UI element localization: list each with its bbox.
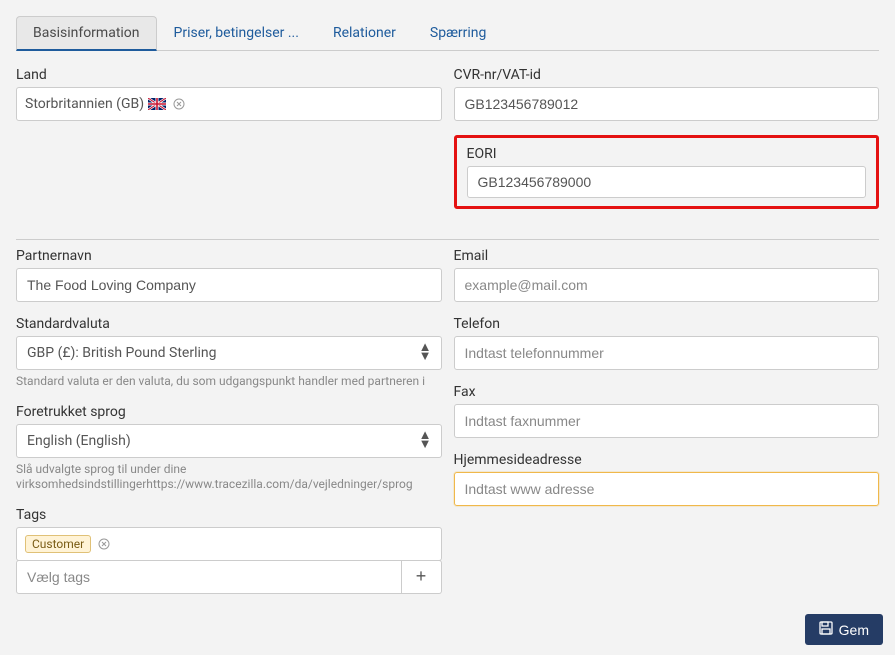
phone-field-group: Telefon bbox=[454, 316, 880, 370]
save-icon bbox=[819, 621, 833, 638]
partnername-label: Partnernavn bbox=[16, 248, 442, 264]
phone-input[interactable] bbox=[454, 336, 880, 370]
country-input[interactable]: Storbritannien (GB) bbox=[16, 87, 442, 121]
tags-field-group: Tags Customer + bbox=[16, 507, 442, 594]
partnername-field-group: Partnernavn bbox=[16, 248, 442, 302]
left-column: Land Storbritannien (GB) bbox=[16, 67, 442, 223]
website-field-group: Hjemmesideadresse bbox=[454, 452, 880, 506]
plus-icon: + bbox=[416, 566, 427, 587]
vat-field-group: CVR-nr/VAT-id bbox=[454, 67, 880, 121]
right-top-column: CVR-nr/VAT-id EORI bbox=[454, 67, 880, 223]
website-label: Hjemmesideadresse bbox=[454, 452, 880, 468]
language-select[interactable]: English (English) bbox=[16, 424, 442, 458]
country-clear-icon[interactable] bbox=[172, 97, 186, 111]
fax-label: Fax bbox=[454, 384, 880, 400]
website-input[interactable] bbox=[454, 472, 880, 506]
country-value: Storbritannien (GB) bbox=[25, 96, 144, 112]
eori-label: EORI bbox=[467, 146, 867, 162]
currency-select[interactable]: GBP (£): British Pound Sterling bbox=[16, 336, 442, 370]
form-container-2: Partnernavn Standardvaluta GBP (£): Brit… bbox=[0, 248, 895, 624]
email-label: Email bbox=[454, 248, 880, 264]
tab-spaerring[interactable]: Spærring bbox=[413, 16, 504, 51]
fax-field-group: Fax bbox=[454, 384, 880, 438]
vat-input[interactable] bbox=[454, 87, 880, 121]
tab-priser[interactable]: Priser, betingelser ... bbox=[157, 16, 316, 51]
email-field-group: Email bbox=[454, 248, 880, 302]
language-label: Foretrukket sprog bbox=[16, 404, 442, 420]
tag-chip-label: Customer bbox=[32, 537, 84, 551]
currency-hint: Standard valuta er den valuta, du som ud… bbox=[16, 374, 442, 390]
language-hint: Slå udvalgte sprog til under dine virkso… bbox=[16, 462, 442, 493]
vat-label: CVR-nr/VAT-id bbox=[454, 67, 880, 83]
tab-relationer[interactable]: Relationer bbox=[316, 16, 413, 51]
right-column-2: Email Telefon Fax Hjemmesideadresse bbox=[454, 248, 880, 608]
tab-basisinformation[interactable]: Basisinformation bbox=[16, 16, 157, 51]
email-input[interactable] bbox=[454, 268, 880, 302]
section-divider bbox=[16, 239, 879, 240]
tag-remove-icon[interactable] bbox=[97, 537, 111, 551]
language-field-group: Foretrukket sprog English (English) ▲▼ S… bbox=[16, 404, 442, 493]
partnername-input[interactable] bbox=[16, 268, 442, 302]
currency-field-group: Standardvaluta GBP (£): British Pound St… bbox=[16, 316, 442, 390]
tags-label: Tags bbox=[16, 507, 442, 523]
fax-input[interactable] bbox=[454, 404, 880, 438]
form-container: Land Storbritannien (GB) bbox=[0, 51, 895, 239]
currency-value: GBP (£): British Pound Sterling bbox=[27, 345, 217, 361]
phone-label: Telefon bbox=[454, 316, 880, 332]
flag-uk-icon bbox=[148, 98, 166, 110]
left-column-2: Partnernavn Standardvaluta GBP (£): Brit… bbox=[16, 248, 442, 608]
eori-input[interactable] bbox=[467, 166, 867, 198]
currency-label: Standardvaluta bbox=[16, 316, 442, 332]
country-field-group: Land Storbritannien (GB) bbox=[16, 67, 442, 121]
save-button-label: Gem bbox=[839, 622, 869, 638]
country-label: Land bbox=[16, 67, 442, 83]
add-tag-button[interactable]: + bbox=[402, 560, 442, 594]
tags-input[interactable] bbox=[16, 560, 402, 594]
tags-container[interactable]: Customer bbox=[16, 527, 442, 561]
tag-chip-customer[interactable]: Customer bbox=[25, 535, 91, 553]
eori-highlight: EORI bbox=[454, 135, 880, 209]
save-button[interactable]: Gem bbox=[805, 614, 883, 645]
tabs: Basisinformation Priser, betingelser ...… bbox=[16, 16, 879, 51]
language-value: English (English) bbox=[27, 433, 131, 449]
